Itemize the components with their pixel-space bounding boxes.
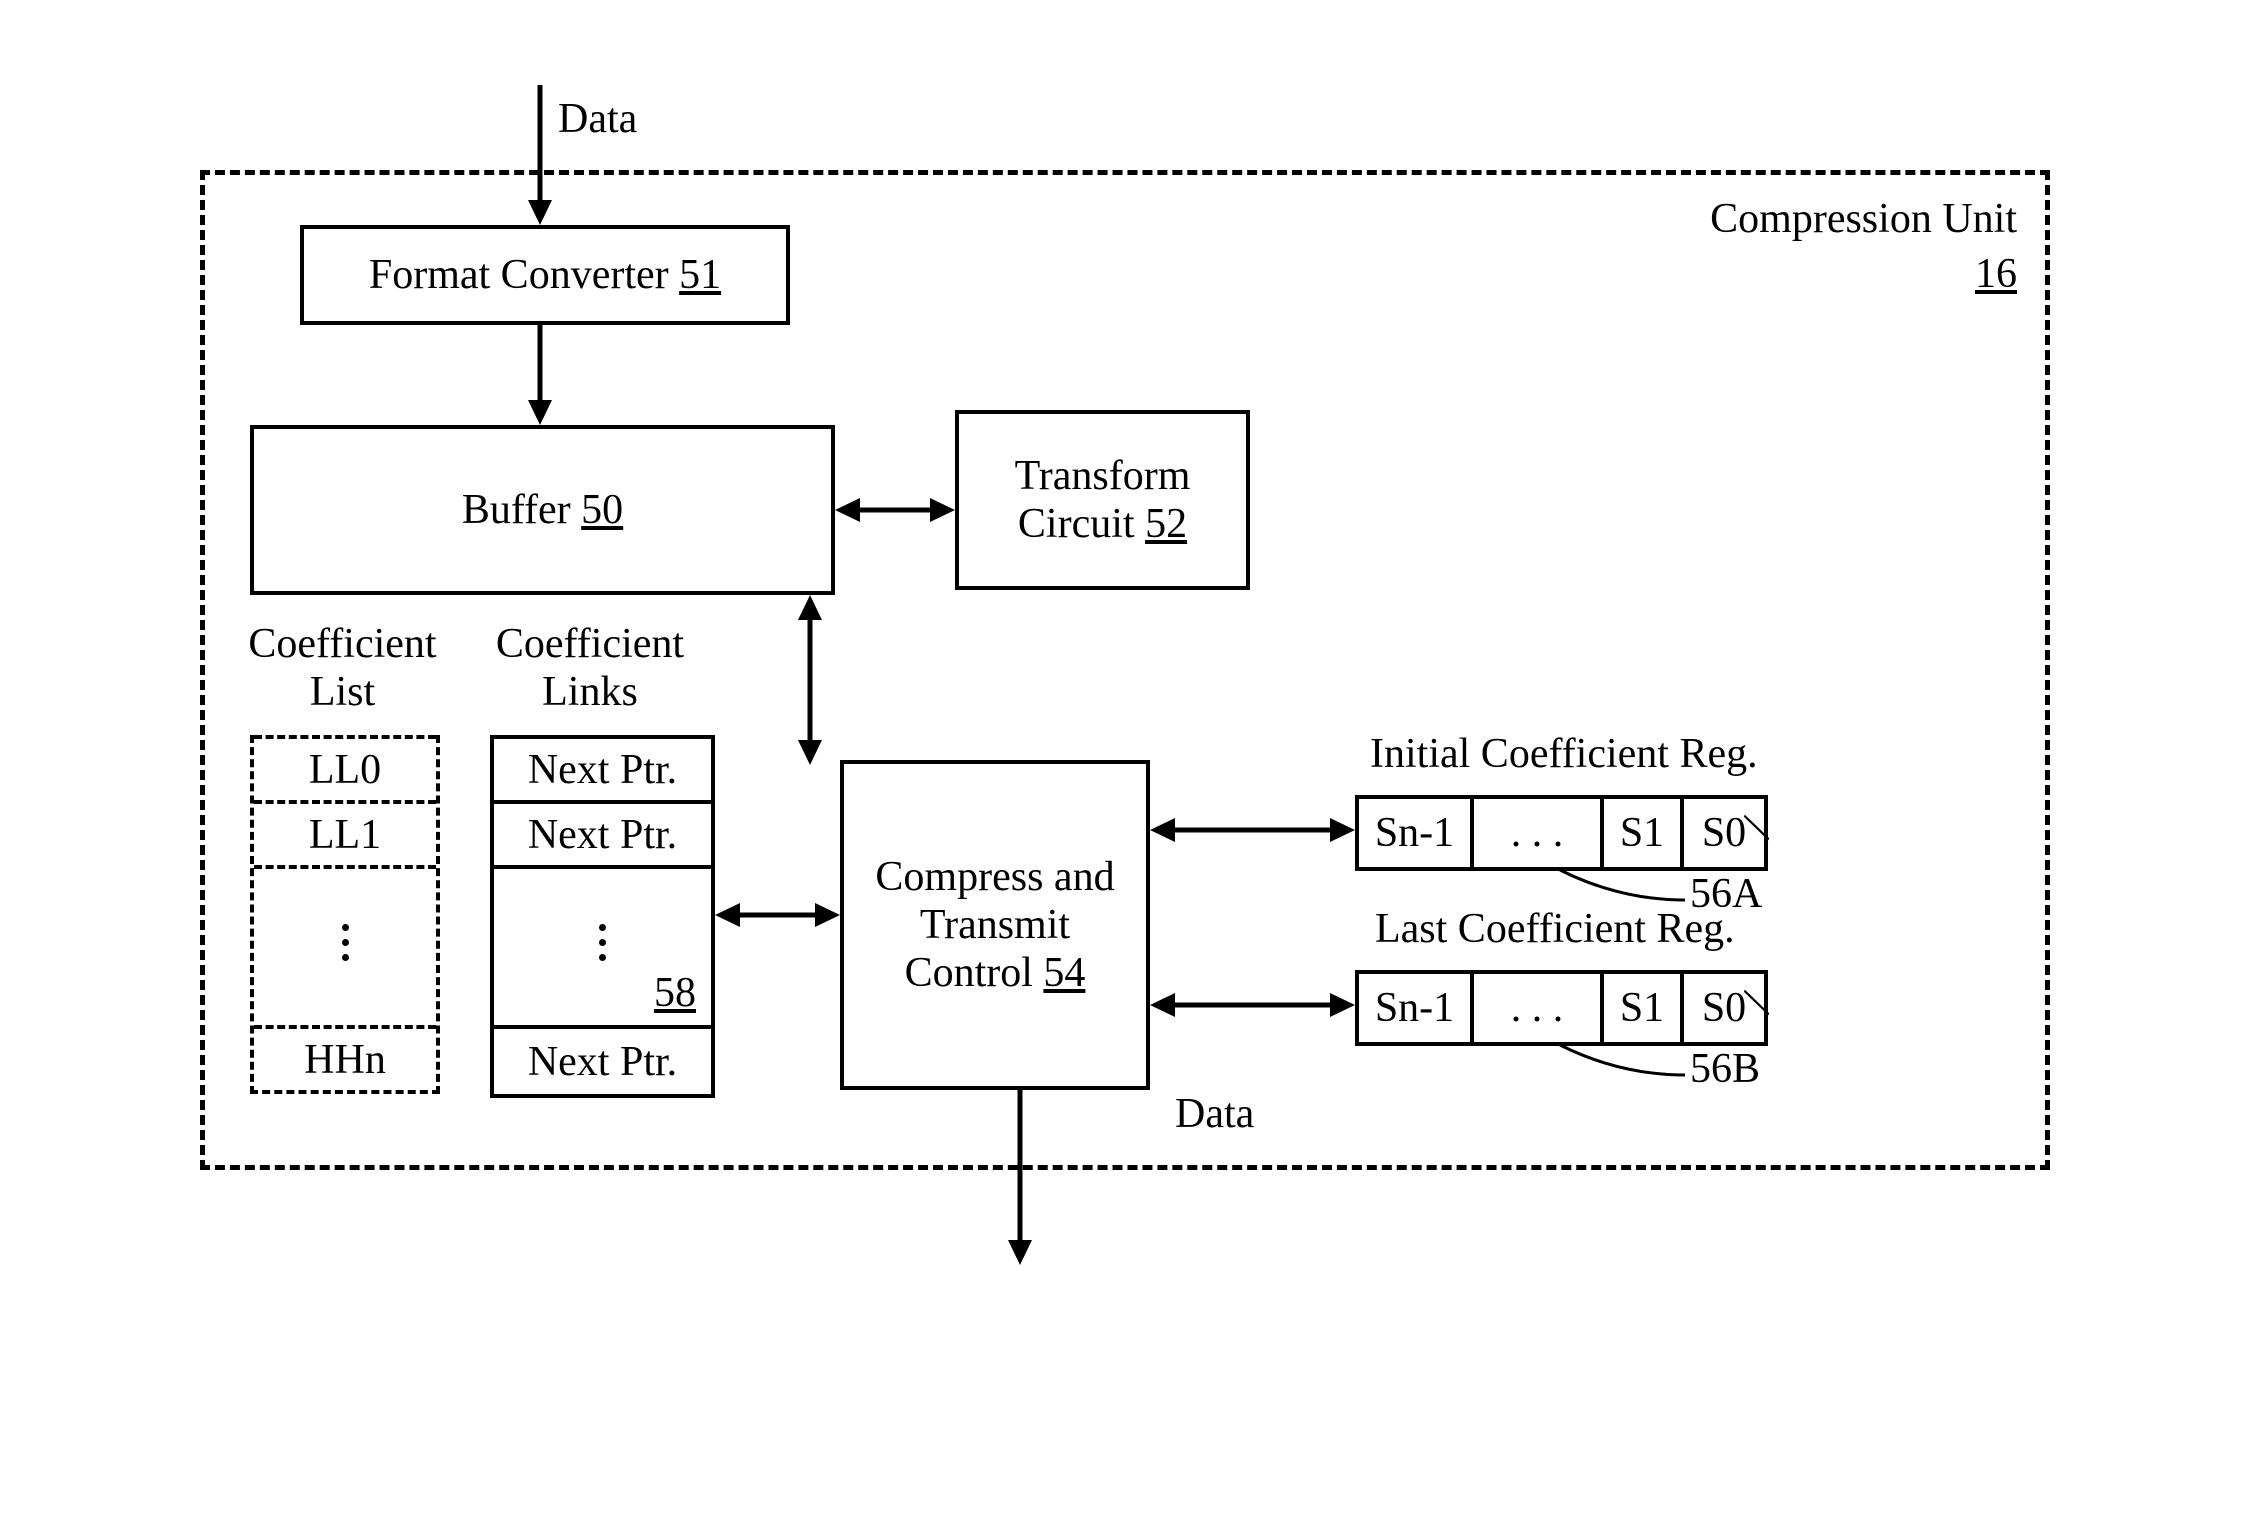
link-row-0: Next Ptr. — [494, 739, 711, 804]
buffer-text: Buffer — [462, 486, 571, 534]
arrow-compress-lastreg — [1150, 985, 1355, 1025]
link-row-1: Next Ptr. — [494, 804, 711, 869]
init-reg-c2: S1 — [1604, 799, 1684, 867]
last-reg-box: Sn-1 . . . S1 S0 — [1355, 970, 1768, 1046]
compression-unit-ref: 16 — [1975, 250, 2017, 298]
format-converter-text: Format Converter — [369, 251, 669, 299]
ct-l1: Compress and — [875, 853, 1114, 901]
coef-list-row-ll1: LL1 — [254, 800, 436, 865]
init-reg-box: Sn-1 . . . S1 S0 — [1355, 795, 1768, 871]
last-reg-ref: 56B — [1690, 1045, 1760, 1093]
ct-l2: Transmit — [920, 901, 1070, 949]
transform-l1: Transform — [1015, 453, 1191, 499]
transform-ref: 52 — [1145, 501, 1187, 547]
last-reg-c0: Sn-1 — [1359, 974, 1474, 1042]
coef-list-row-dots — [254, 865, 436, 1025]
arrow-buffer-compress — [790, 595, 830, 765]
coef-list-box: LL0 LL1 HHn — [250, 735, 440, 1094]
coef-links-header: Coefficient Links — [475, 620, 705, 716]
format-converter-ref: 51 — [679, 251, 721, 299]
coef-list-row-ll0: LL0 — [254, 735, 436, 800]
link-row-dots: 58 — [494, 869, 711, 1029]
transform-l2: Circuit — [1018, 501, 1135, 547]
coef-list-row-hhn: HHn — [254, 1025, 436, 1090]
transform-circuit-box: Transform Circuit 52 — [955, 410, 1250, 590]
compression-unit-label: Compression Unit — [1710, 195, 2017, 243]
data-in-label: Data — [558, 95, 637, 143]
last-reg-c1: . . . — [1474, 974, 1604, 1042]
link-row-3: Next Ptr. — [494, 1029, 711, 1094]
coef-links-box: Next Ptr. Next Ptr. 58 Next Ptr. — [490, 735, 715, 1098]
compress-transmit-box: Compress and Transmit Control 54 — [840, 760, 1150, 1090]
callout-56b-line — [1560, 1040, 1690, 1080]
ct-ref: 54 — [1043, 950, 1085, 996]
buffer-ref: 50 — [581, 486, 623, 534]
coef-links-h1: Coefficient — [475, 620, 705, 668]
init-reg-c1: . . . — [1474, 799, 1604, 867]
arrow-buffer-transform — [835, 490, 955, 530]
coef-list-header: Coefficient List — [235, 620, 450, 716]
buffer-box: Buffer 50 — [250, 425, 835, 595]
ct-l3: Control — [905, 950, 1033, 996]
coef-list-h2: List — [235, 668, 450, 716]
coef-list-h1: Coefficient — [235, 620, 450, 668]
callout-56a-line — [1560, 865, 1690, 905]
arrow-compress-initreg — [1150, 810, 1355, 850]
last-reg-label: Last Coefficient Reg. — [1375, 905, 1735, 953]
init-reg-label: Initial Coefficient Reg. — [1370, 730, 1758, 778]
last-reg-c2: S1 — [1604, 974, 1684, 1042]
format-converter-box: Format Converter 51 — [300, 225, 790, 325]
coef-links-h2: Links — [475, 668, 705, 716]
coef-links-ref: 58 — [654, 969, 696, 1017]
arrow-links-compress — [715, 895, 840, 935]
data-out-label: Data — [1175, 1090, 1254, 1138]
arrow-fc-buffer — [520, 325, 560, 430]
init-reg-c0: Sn-1 — [1359, 799, 1474, 867]
arrow-data-out — [1000, 1090, 1040, 1270]
